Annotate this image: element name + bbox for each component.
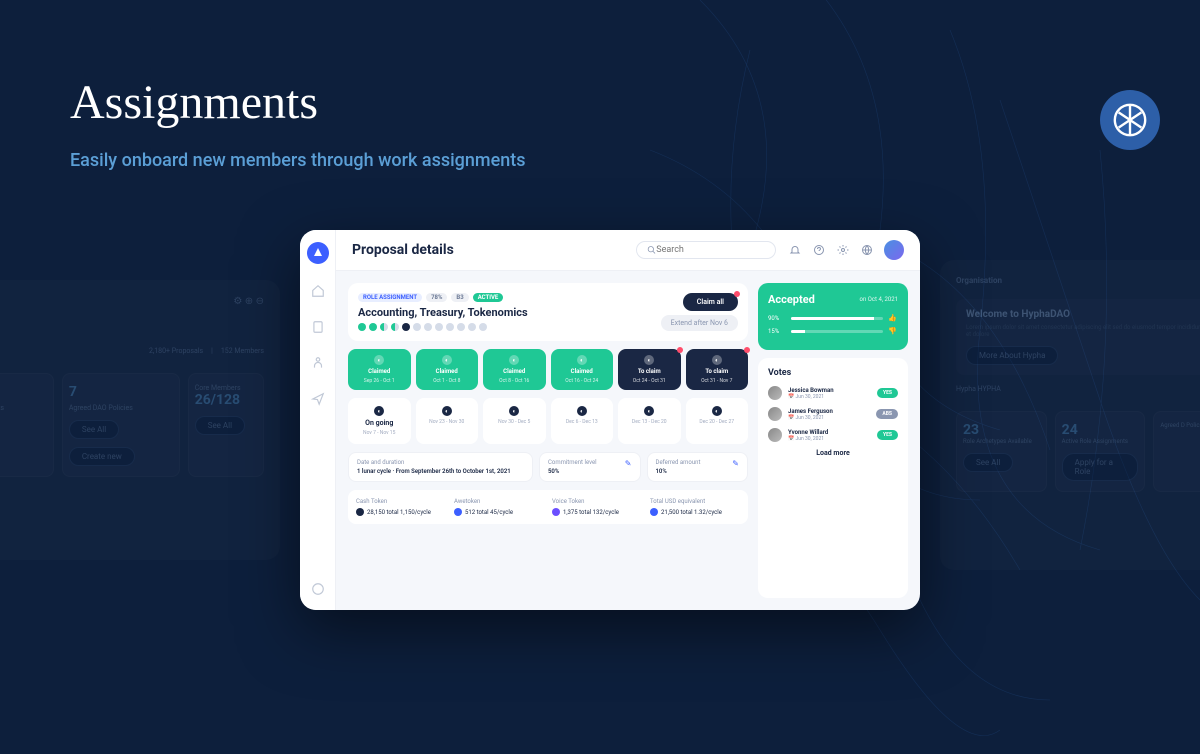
token-item: Awetoken512 total 45/cycle (454, 498, 544, 516)
main-app-window: Proposal details ROLE ASSIGNMENT 78% B3 … (300, 230, 920, 610)
tokens-card: Cash Token28,150 total 1,150/cycle Awetok… (348, 490, 748, 524)
period-card[interactable]: ◐Nov 23 - Nov 30 (416, 398, 479, 444)
period-card[interactable]: ◐Dec 20 - Dec 27 (686, 398, 749, 444)
user-avatar[interactable] (884, 240, 904, 260)
period-card[interactable]: ◐ClaimedOct 8 - Oct 16 (483, 349, 546, 390)
period-card[interactable]: ◐Dec 13 - Dec 20 (618, 398, 681, 444)
period-card[interactable]: ◐On goingNov 7 - Nov 15 (348, 398, 411, 444)
notification-dot-icon (677, 347, 683, 353)
app-logo-icon[interactable] (307, 242, 329, 264)
ghost-window-right: Organisation Welcome to HyphaDAO Lorem i… (940, 260, 1200, 570)
voter-avatar (768, 407, 782, 421)
page-title: Proposal details (352, 242, 454, 258)
token-item: Cash Token28,150 total 1,150/cycle (356, 498, 446, 516)
vote-badge: YES (877, 430, 898, 440)
notification-dot-icon (744, 347, 750, 353)
moon-icon: ◐ (644, 406, 654, 416)
period-card[interactable]: ◐Nov 30 - Dec 5 (483, 398, 546, 444)
voter-avatar (768, 386, 782, 400)
document-icon[interactable] (309, 318, 327, 336)
org-icon[interactable] (309, 354, 327, 372)
moon-icon: ◐ (509, 406, 519, 416)
thumbs-down-icon: 👎 (888, 327, 898, 335)
load-more-button[interactable]: Load more (768, 449, 898, 457)
duration-card: Date and duration 1 lunar cycle · From S… (348, 452, 533, 482)
bell-icon[interactable] (788, 243, 802, 257)
badge-type: ROLE ASSIGNMENT (358, 293, 422, 302)
accepted-title: Accepted (768, 293, 815, 306)
proposal-header-card: ROLE ASSIGNMENT 78% B3 ACTIVE Accounting… (348, 283, 748, 341)
commitment-card: ✎ Commitment level 50% (539, 452, 641, 482)
token-icon (650, 508, 658, 516)
thumbs-up-icon: 👍 (888, 314, 898, 322)
help-icon[interactable] (812, 243, 826, 257)
periods-row-top: ◐ClaimedSep 26 - Oct 1◐ClaimedOct 1 - Oc… (348, 349, 748, 390)
moon-phase-row (358, 323, 528, 331)
period-card[interactable]: ◐To claimOct 31 - Nov 7 (686, 349, 749, 390)
moon-icon: ◐ (509, 355, 519, 365)
vote-badge: ABS (876, 409, 898, 419)
vote-row: James Ferguson📅 Jun 30, 2021ABS (768, 407, 898, 421)
badge-status: ACTIVE (473, 293, 504, 302)
ghost-window-left: ⚙ ⊕ ⊖ 2,180+ Proposals | 152 Members 24t… (0, 280, 280, 560)
moon-icon: ◐ (442, 406, 452, 416)
period-card[interactable]: ◐To claimOct 24 - Oct 31 (618, 349, 681, 390)
home-icon[interactable] (309, 282, 327, 300)
votes-card: Votes Jessica Bowman📅 Jun 30, 2021YES Jam… (758, 358, 908, 598)
token-icon (454, 508, 462, 516)
hero-subtitle: Easily onboard new members through work … (70, 150, 526, 171)
period-card[interactable]: ◐ClaimedOct 16 - Oct 24 (551, 349, 614, 390)
search-icon (647, 245, 656, 255)
sidebar (300, 230, 336, 610)
notification-dot-icon (734, 291, 740, 297)
moon-icon: ◐ (374, 406, 384, 416)
badge-pct2: B3 (451, 293, 468, 302)
moon-icon: ◐ (712, 355, 722, 365)
period-card[interactable]: ◐ClaimedOct 1 - Oct 8 (416, 349, 479, 390)
topbar: Proposal details (336, 230, 920, 271)
accepted-card: Accepted on Oct 4, 2021 90%👍 15%👎 (758, 283, 908, 350)
vote-row: Jessica Bowman📅 Jun 30, 2021YES (768, 386, 898, 400)
brand-logo-badge (1100, 90, 1160, 150)
edit-icon[interactable]: ✎ (625, 459, 632, 468)
extend-button[interactable]: Extend after Nov 6 (661, 315, 738, 331)
moon-icon: ◐ (712, 406, 722, 416)
token-item: Total USD equivalent21,500 total 1.32/cy… (650, 498, 740, 516)
moon-icon: ◐ (644, 355, 654, 365)
period-card[interactable]: ◐ClaimedSep 26 - Oct 1 (348, 349, 411, 390)
deferred-card: ✎ Deferred amount 10% (647, 452, 749, 482)
moon-icon: ◐ (374, 355, 384, 365)
accepted-date: on Oct 4, 2021 (860, 296, 898, 303)
periods-row-bottom: ◐On goingNov 7 - Nov 15◐Nov 23 - Nov 30◐… (348, 398, 748, 444)
moon-icon: ◐ (577, 355, 587, 365)
moon-icon: ◐ (442, 355, 452, 365)
search-input[interactable] (656, 245, 765, 255)
vote-badge: YES (877, 388, 898, 398)
vote-row: Yvonne Willard📅 Jun 30, 2021YES (768, 428, 898, 442)
claim-all-button[interactable]: Claim all (683, 293, 738, 311)
token-item: Voice Token1,375 total 132/cycle (552, 498, 642, 516)
hero-title: Assignments (70, 75, 526, 130)
badge-pct1: 78% (426, 293, 447, 302)
period-card[interactable]: ◐Dec 6 - Dec 13 (551, 398, 614, 444)
search-field[interactable] (636, 241, 776, 259)
hero-section: Assignments Easily onboard new members t… (70, 75, 526, 171)
globe-icon[interactable] (860, 243, 874, 257)
compass-icon[interactable] (309, 580, 327, 598)
edit-icon[interactable]: ✎ (732, 459, 739, 468)
moon-icon: ◐ (577, 406, 587, 416)
gear-icon[interactable] (836, 243, 850, 257)
votes-title: Votes (768, 368, 898, 378)
send-icon[interactable] (309, 390, 327, 408)
token-icon (552, 508, 560, 516)
proposal-title: Accounting, Treasury, Tokenomics (358, 306, 528, 319)
token-icon (356, 508, 364, 516)
voter-avatar (768, 428, 782, 442)
